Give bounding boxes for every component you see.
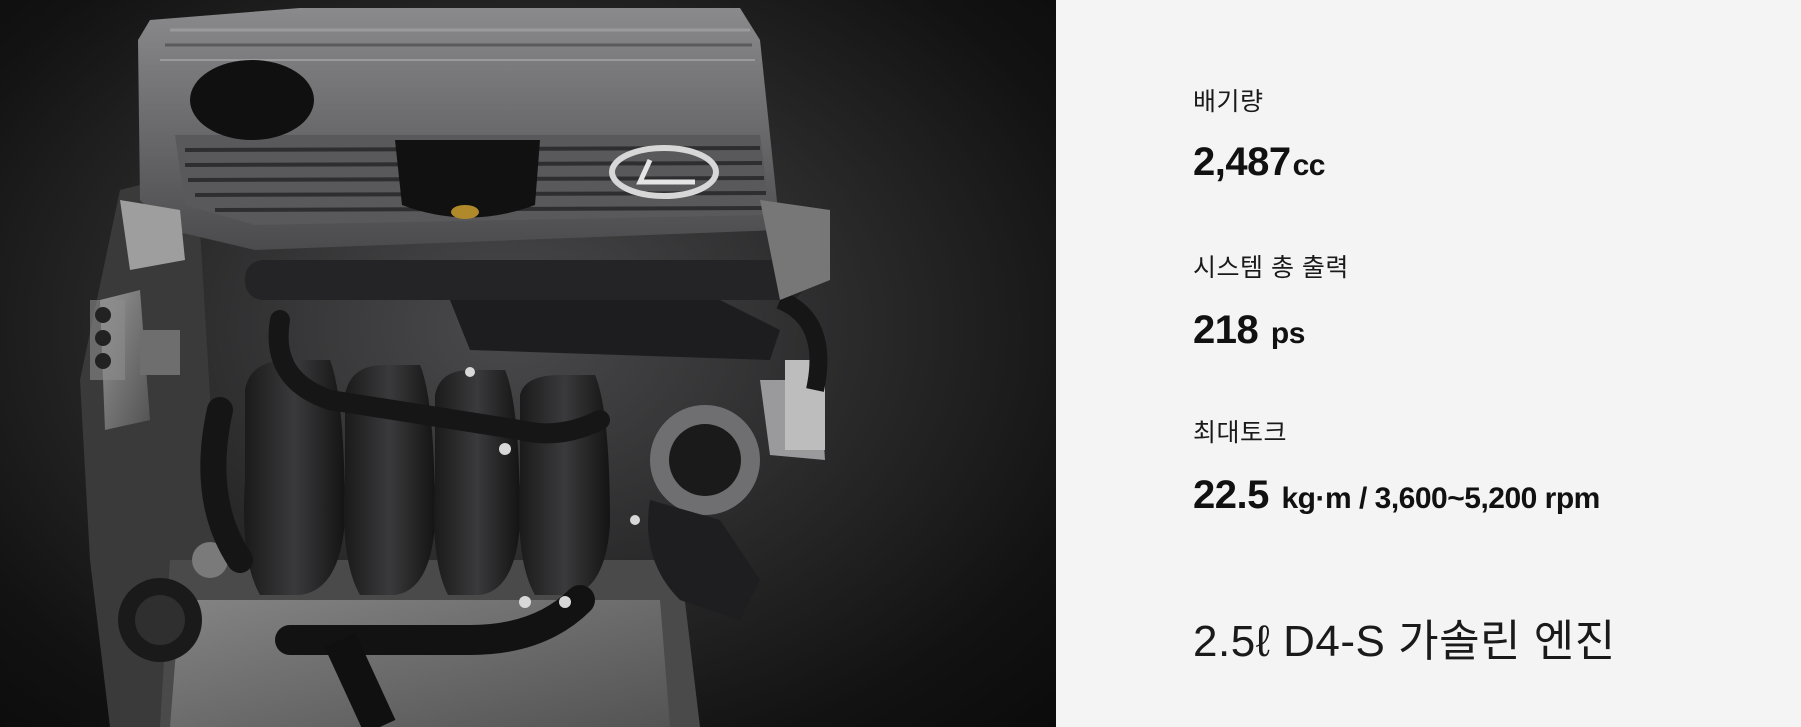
engine-spec-section: 배기량 2,487cc 시스템 총 출력 218 ps 최대토크 22.5 kg… <box>0 0 1801 727</box>
max-torque-label: 최대토크 <box>1193 419 1288 447</box>
system-output-unit: ps <box>1270 317 1306 350</box>
system-output-number: 218 <box>1193 308 1259 352</box>
engine-illustration <box>80 8 830 727</box>
displacement-value: 2,487cc <box>1193 140 1325 185</box>
displacement-unit: cc <box>1292 149 1326 182</box>
engine-image <box>0 0 1056 727</box>
max-torque-unit: kg·m / 3,600~5,200 rpm <box>1281 482 1600 515</box>
max-torque-value: 22.5 kg·m / 3,600~5,200 rpm <box>1193 473 1600 518</box>
displacement-label: 배기량 <box>1193 88 1264 116</box>
spec-list: 배기량 2,487cc 시스템 총 출력 218 ps 최대토크 22.5 kg… <box>1193 0 1753 727</box>
system-output-label: 시스템 총 출력 <box>1193 254 1349 282</box>
system-output-value: 218 ps <box>1193 308 1305 353</box>
displacement-number: 2,487 <box>1193 140 1291 184</box>
engine-name-heading: 2.5ℓ D4-S 가솔린 엔진 <box>1193 617 1616 666</box>
max-torque-number: 22.5 <box>1193 473 1269 517</box>
